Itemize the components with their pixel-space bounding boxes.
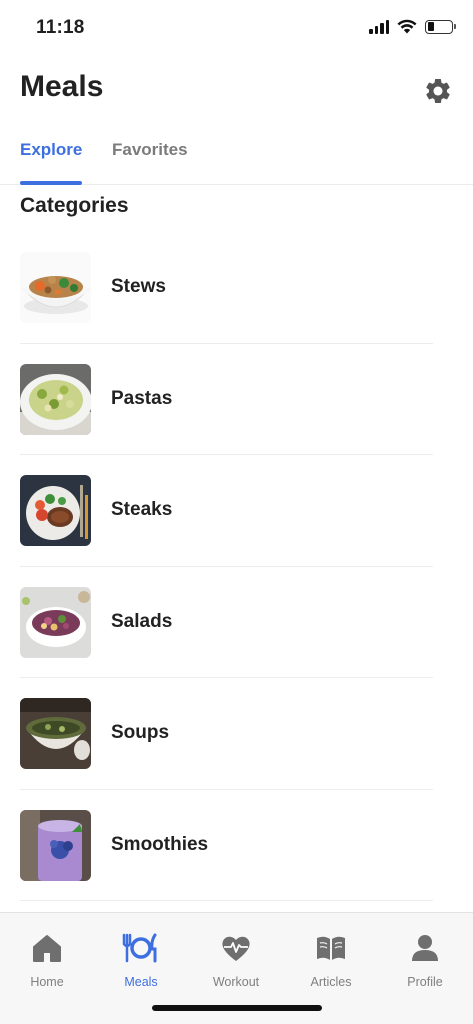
book-icon <box>317 936 345 960</box>
stew-bowl-image <box>20 252 91 323</box>
person-icon <box>412 935 438 961</box>
category-list: Stews Pastas Steaks Salads Soups Smoothi… <box>0 232 473 901</box>
category-label: Pastas <box>111 387 173 409</box>
home-indicator[interactable] <box>152 1005 322 1011</box>
tab-label: Workout <box>212 975 260 989</box>
category-label: Stews <box>111 276 166 297</box>
cellular-signal-icon <box>369 19 389 34</box>
pasta-plate-image <box>20 363 91 435</box>
tab-home[interactable]: Home <box>2 933 92 989</box>
gear-icon <box>426 79 450 103</box>
header: Meals <box>0 70 473 110</box>
category-item-salads[interactable]: Salads <box>0 567 473 679</box>
tab-workout[interactable]: Workout <box>191 933 281 989</box>
meals-tabs: Explore Favorites <box>0 128 473 185</box>
tab-label: Home <box>30 975 64 989</box>
category-item-steaks[interactable]: Steaks <box>0 455 473 567</box>
bottom-tab-bar: Home Meals Workout Articles Profile <box>0 912 473 1024</box>
category-item-smoothies[interactable]: Smoothies <box>0 790 473 902</box>
settings-button[interactable] <box>423 76 453 106</box>
category-label: Salads <box>111 610 173 632</box>
steak-plate-image <box>20 475 91 546</box>
wifi-icon <box>397 19 417 34</box>
category-label: Smoothies <box>111 833 209 855</box>
category-label: Soups <box>111 722 170 743</box>
status-time: 11:18 <box>36 17 85 38</box>
tab-meals[interactable]: Meals <box>96 933 186 989</box>
tab-articles[interactable]: Articles <box>286 933 376 989</box>
category-item-soups[interactable]: Soups <box>0 678 473 790</box>
battery-icon <box>425 19 456 34</box>
category-item-stews[interactable]: Stews <box>0 232 473 344</box>
category-label: Steaks <box>111 499 173 520</box>
tab-label: Meals <box>124 975 158 989</box>
heart-pulse-icon <box>222 936 250 961</box>
active-tab-indicator <box>20 181 82 185</box>
tab-favorites[interactable]: Favorites <box>112 140 188 160</box>
tab-explore[interactable]: Explore <box>20 140 82 160</box>
category-item-pastas[interactable]: Pastas <box>0 344 473 456</box>
home-icon <box>33 935 61 962</box>
tab-profile[interactable]: Profile <box>380 933 470 989</box>
salad-bowl-image <box>20 586 91 658</box>
tab-label: Articles <box>310 975 352 989</box>
page-title: Meals <box>20 70 104 103</box>
soup-bowl-image <box>20 698 91 769</box>
smoothie-glass-image <box>20 809 91 881</box>
status-bar: 11:18 <box>0 0 473 56</box>
meals-icon <box>122 933 157 963</box>
status-icons <box>369 19 456 34</box>
tab-label: Profile <box>407 975 443 989</box>
section-title: Categories <box>20 194 129 217</box>
